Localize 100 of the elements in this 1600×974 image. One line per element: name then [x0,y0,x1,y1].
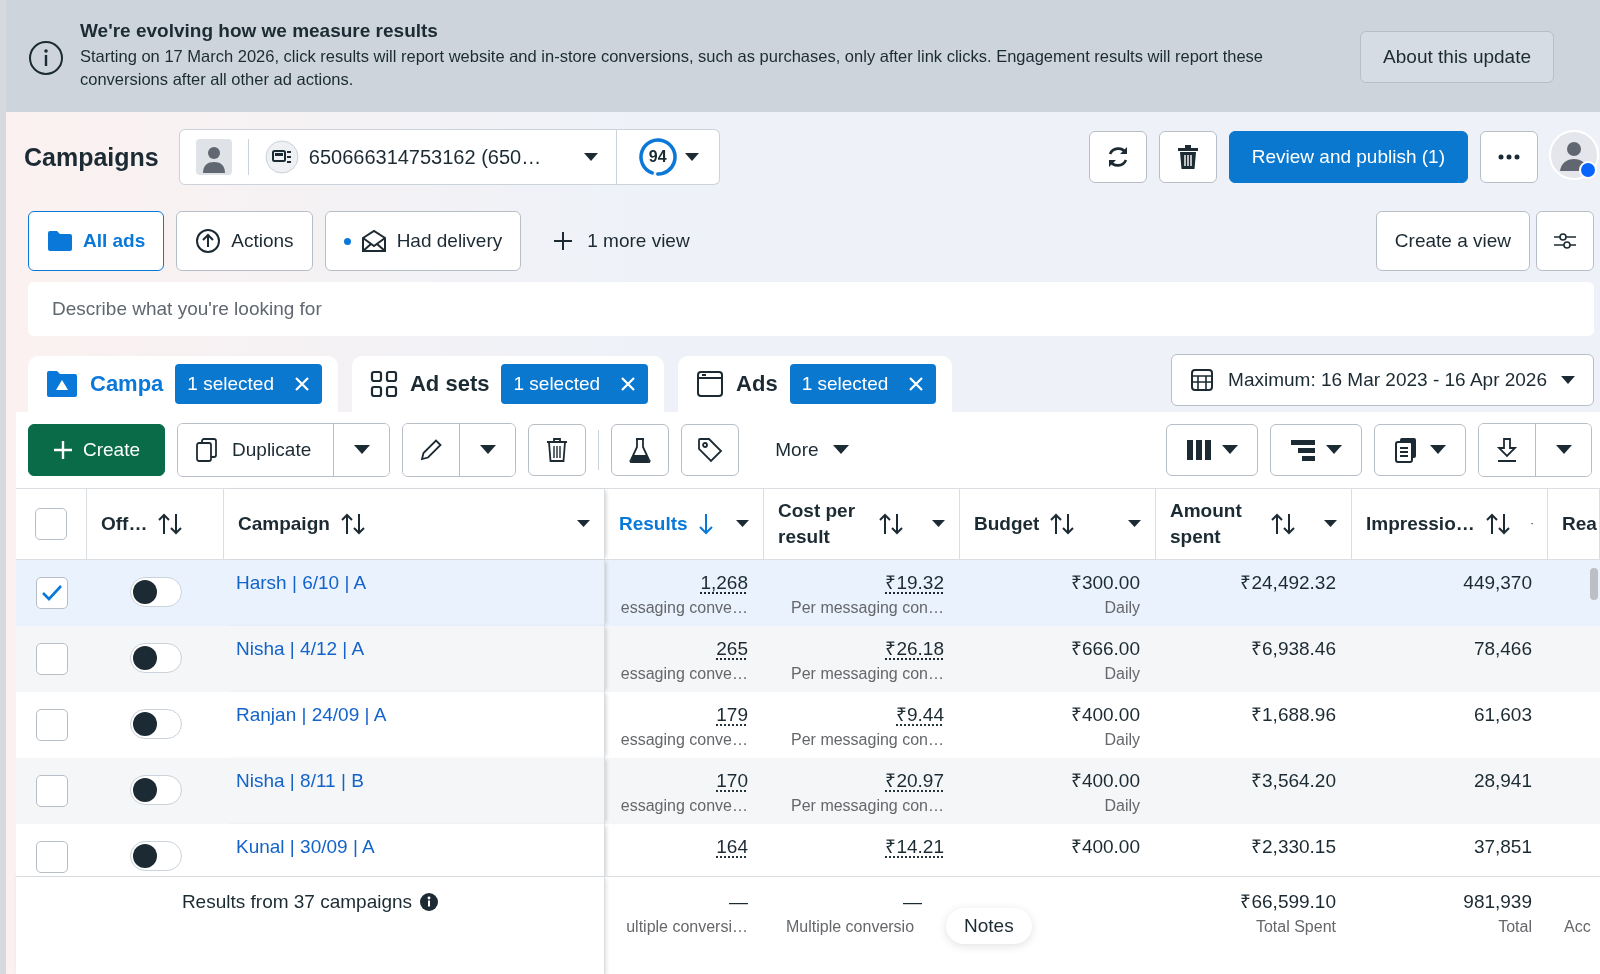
campaign-link[interactable]: Nisha | 8/11 | B [236,770,364,791]
column-header[interactable]: Off… [87,489,224,559]
date-range-picker[interactable]: Maximum: 16 Mar 2023 - 16 Apr 2026 [1171,354,1594,406]
level-tab[interactable]: Ad sets 1 selected [352,356,665,412]
close-icon[interactable] [620,376,637,392]
column-header[interactable]: Amount spent [1156,489,1352,559]
envelope-icon [360,229,387,253]
search-field[interactable]: Describe what you're looking for [28,282,1594,336]
selection-chip[interactable]: 1 selected [501,364,649,404]
view-tab[interactable]: All ads [28,211,165,271]
level-tab[interactable]: Campa 1 selected [28,356,338,412]
row-checkbox[interactable] [35,643,68,675]
impressions-value: 37,851 [1473,836,1532,858]
reports-button[interactable] [1374,424,1466,476]
campaign-link[interactable]: Kunal | 30/09 | A [236,836,375,857]
notes-tooltip[interactable]: Notes [946,908,1032,944]
toggle-switch[interactable] [129,841,182,871]
column-header[interactable]: Rea [1548,489,1600,559]
scrollbar[interactable] [1590,568,1598,600]
dropdown-button[interactable] [1535,424,1591,476]
results-value[interactable]: 265 [716,638,748,660]
close-icon[interactable] [294,376,310,392]
level-tab[interactable]: Ads 1 selected [678,356,953,412]
budget-type: Daily [1104,599,1140,617]
toggle-switch[interactable] [129,775,182,805]
score-selector[interactable]: 94 [616,129,720,185]
budget-type: Daily [1104,797,1140,815]
row-checkbox[interactable] [35,775,68,807]
cost-value[interactable]: ₹26.18 [885,638,944,660]
level-label: Ads [736,371,778,397]
toggle-switch[interactable] [129,709,182,739]
cost-value[interactable]: ₹19.32 [885,572,944,594]
results-value[interactable]: 164 [716,836,748,858]
toggle-switch[interactable] [129,643,182,673]
campaign-link[interactable]: Harsh | 6/10 | A [236,572,367,593]
account-selector[interactable]: 650666314753162 (650… [178,129,617,185]
result-type: essaging conve… [620,797,748,815]
ad-icon [696,370,725,398]
download-icon [1495,437,1519,463]
view-tab[interactable]: Actions [176,211,313,271]
upload-icon [195,228,222,254]
column-header[interactable]: Results [605,489,764,559]
cost-total: — [903,891,922,913]
sort-icon [878,513,904,535]
cost-value[interactable]: ₹14.21 [885,836,944,858]
columns-button[interactable] [1166,424,1258,476]
folder-icon [46,370,78,398]
trash-icon [546,437,569,463]
cost-value[interactable]: ₹9.44 [896,704,944,726]
column-header[interactable]: Cost per result [764,489,960,559]
breakdown-button[interactable] [1270,424,1362,476]
amount-spent-value: ₹1,688.96 [1251,704,1336,726]
column-header[interactable]: Campaign [224,489,605,559]
delete-button[interactable] [1158,131,1217,183]
create-button[interactable]: Create [28,424,166,476]
selection-chip[interactable]: 1 selected [175,364,322,404]
columns-icon [1186,439,1212,461]
total-label: ultiple conversi… [626,918,748,936]
refresh-button[interactable] [1088,131,1147,183]
column-header[interactable]: Impressio… [1352,489,1548,559]
plus-icon [553,231,574,251]
campaign-link[interactable]: Nisha | 4/12 | A [236,638,365,659]
pencil-icon [419,438,444,462]
close-icon[interactable] [908,376,925,392]
test-button[interactable] [611,424,670,476]
amount-spent-value: ₹3,564.20 [1251,770,1336,792]
settings-button[interactable] [1536,211,1594,271]
result-type: essaging conve… [620,599,748,617]
row-checkbox[interactable] [35,709,68,741]
banner-text: Starting on 17 March 2026, click results will report website and in-store conversions, such as purchases, only after link clicks. Engagement results will report these conversions after all other ad actions. [80,46,1265,90]
info-icon [420,893,439,911]
about-update-button[interactable]: About this update [1360,31,1554,83]
select-all-checkbox[interactable] [35,508,67,540]
more-views-link[interactable]: 1 more view [533,230,710,252]
results-value[interactable]: 179 [716,704,748,726]
results-value[interactable]: 170 [716,770,748,792]
cost-type: Per messaging con… [791,731,944,749]
budget-value: ₹666.00 [1070,638,1140,660]
cost-value[interactable]: ₹20.97 [885,770,944,792]
row-checkbox[interactable] [35,841,68,873]
sort-icon [339,513,366,535]
view-tab[interactable]: Had delivery [324,211,522,271]
tag-button[interactable] [681,424,740,476]
campaign-link[interactable]: Ranjan | 24/09 | A [236,704,387,725]
dropdown-button[interactable] [333,424,390,476]
plus-icon [53,440,73,460]
cost-type: Per messaging con… [791,665,944,683]
more-button[interactable]: More [751,439,873,461]
column-header[interactable]: Budget [960,489,1156,559]
toggle-switch[interactable] [129,577,182,607]
selection-chip[interactable]: 1 selected [789,364,937,404]
delete-button[interactable] [528,424,587,476]
review-publish-button[interactable]: Review and publish (1) [1228,131,1468,183]
budget-type: Daily [1104,665,1140,683]
results-value[interactable]: 1,268 [700,572,748,594]
dropdown-button[interactable] [459,424,516,476]
row-checkbox[interactable] [35,577,68,609]
folder-icon [47,230,73,252]
sort-icon [157,513,184,535]
create-view-button[interactable]: Create a view [1375,211,1530,271]
